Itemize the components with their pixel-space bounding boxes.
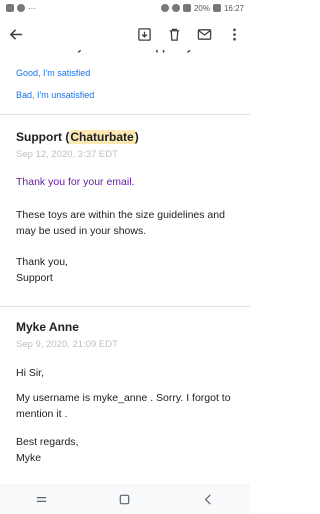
sender-org: Chaturbate <box>69 130 135 144</box>
message-paragraph: These toys are within the size guideline… <box>16 209 225 237</box>
message-signature: Best regards, Myke <box>16 436 79 464</box>
message-signature: Thank you, Support <box>16 256 68 284</box>
notification-icon <box>6 4 14 12</box>
rating-bad-link[interactable]: Bad, I'm unsatisfied <box>16 90 94 100</box>
recent-apps-button[interactable] <box>35 492 49 506</box>
message-paragraph: Hi Sir, <box>16 367 45 379</box>
archive-icon <box>137 27 151 41</box>
sender-name: Myke Anne <box>16 320 79 334</box>
home-button[interactable] <box>118 492 132 506</box>
divider <box>0 306 250 307</box>
status-left: ··· <box>6 4 36 13</box>
toolbar <box>0 18 250 50</box>
delete-button[interactable] <box>166 26 182 42</box>
message-sender[interactable]: Myke Anne <box>16 320 79 334</box>
recent-apps-icon <box>37 496 47 502</box>
battery-percent: 20% <box>193 3 210 13</box>
system-nav-bar <box>0 484 250 514</box>
mail-icon <box>197 28 211 40</box>
nav-back-icon <box>204 493 211 505</box>
wifi-icon <box>171 4 180 12</box>
trash-icon <box>169 28 179 41</box>
message-date: Sep 9, 2020, 21:09 EDT <box>16 339 118 350</box>
home-icon <box>120 494 130 504</box>
clock: 16:27 <box>223 3 244 13</box>
bluetooth-icon <box>160 4 169 12</box>
sender-name: Support <box>16 130 62 144</box>
message-paragraph: Thank you for your email. <box>16 176 135 188</box>
nav-back-button[interactable] <box>201 492 215 506</box>
archive-button[interactable] <box>136 26 152 42</box>
more-vert-icon <box>232 28 236 40</box>
rating-good-link[interactable]: Good, I'm satisfied <box>16 68 90 78</box>
status-bar: ··· 20% 16:27 <box>0 0 250 16</box>
status-right: 20% 16:27 <box>160 3 244 13</box>
battery-icon <box>212 4 221 12</box>
more-options-button[interactable] <box>226 26 242 42</box>
message-date: Sep 12, 2020, 3:37 EDT <box>16 149 118 160</box>
message-paragraph: My username is myke_anne . Sorry. I forg… <box>16 392 231 420</box>
sender-org-close: ) <box>134 130 139 144</box>
more-notifications-icon: ··· <box>28 3 36 13</box>
back-button[interactable] <box>8 26 24 42</box>
app-notification-icon <box>17 4 25 12</box>
message-sender[interactable]: Support (Chaturbate) <box>16 130 139 144</box>
back-arrow-icon <box>9 28 22 40</box>
divider <box>0 114 250 115</box>
toolbar-actions <box>136 26 242 42</box>
mark-unread-button[interactable] <box>196 26 212 42</box>
signal-icon <box>182 4 191 12</box>
